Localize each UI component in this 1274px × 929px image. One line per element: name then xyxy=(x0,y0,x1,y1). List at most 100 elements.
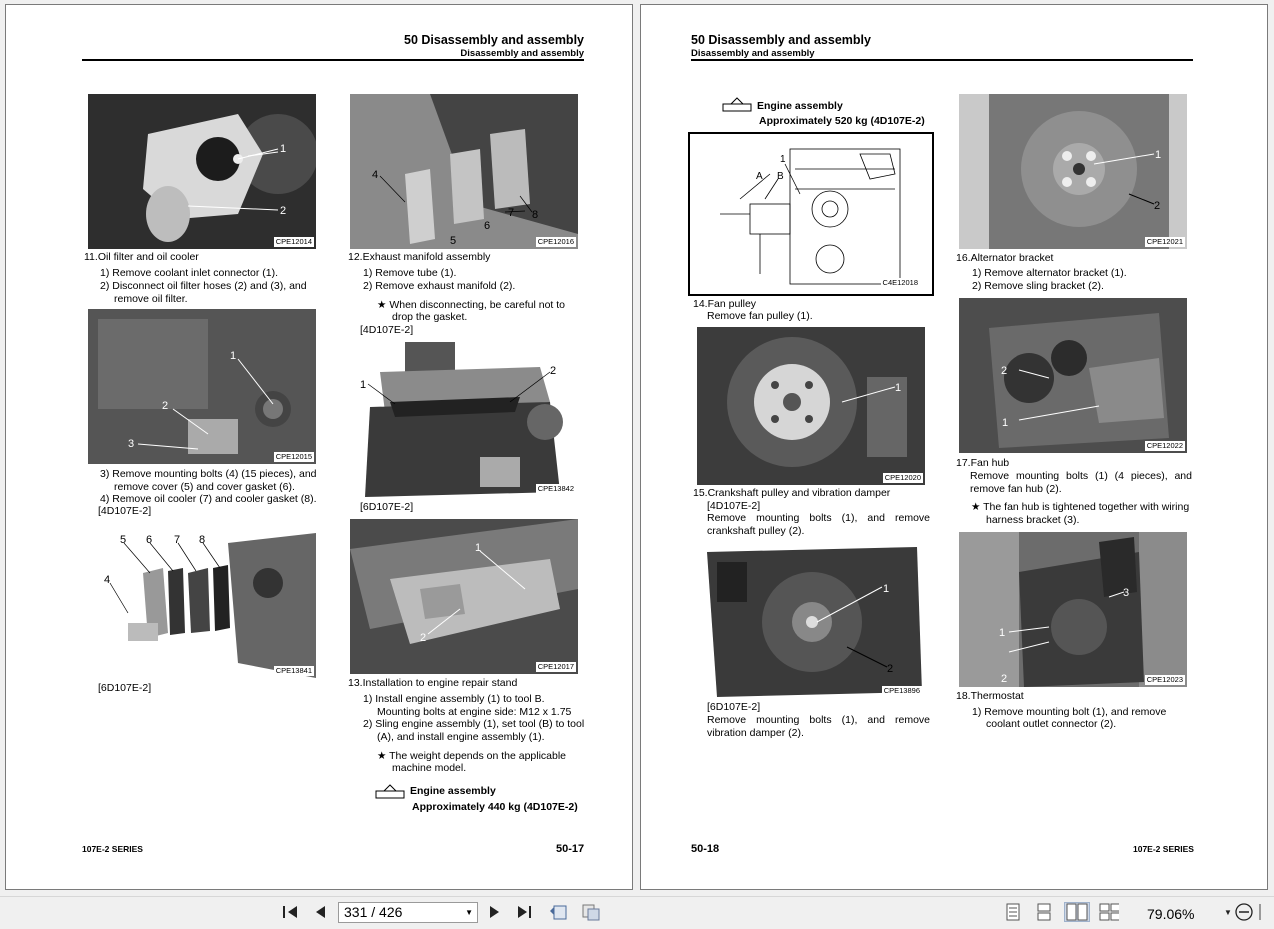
viewer-toolbar: 331 / 426 ▼ 79.06% ▼ xyxy=(0,896,1274,929)
image-code: CPE13842 xyxy=(535,484,576,494)
callout-7: 7 xyxy=(174,534,180,546)
step-13-2a: 2) Sling engine assembly (1), set tool (… xyxy=(363,718,585,730)
section-12-title: 12.Exhaust manifold assembly xyxy=(348,251,491,263)
callout-2: 2 xyxy=(1154,200,1160,212)
prev-page-icon[interactable] xyxy=(310,902,330,922)
section-13-title: 13.Installation to engine repair stand xyxy=(348,677,518,689)
page-header: 50 Disassembly and assembly Disassembly … xyxy=(691,33,1193,61)
section-15-title: 15.Crankshaft pulley and vibration dampe… xyxy=(693,487,891,499)
callout-2: 2 xyxy=(420,632,426,644)
chevron-down-icon[interactable]: ▼ xyxy=(465,903,473,922)
callout-5: 5 xyxy=(120,534,126,546)
two-page-icon[interactable] xyxy=(1064,902,1090,922)
page-50-18: 50 Disassembly and assembly Disassembly … xyxy=(640,4,1268,890)
image-code: CPE12015 xyxy=(273,452,314,462)
photo-fan-pulley: 1 CPE12020 xyxy=(697,327,925,485)
step-12-1: 1) Remove tube (1). xyxy=(363,267,457,279)
step-11-3a: 3) Remove mounting bolts (4) (15 pieces)… xyxy=(100,468,317,480)
photo-oil-cooler: 1 2 3 CPE12015 xyxy=(88,309,316,464)
note-17-b: harness bracket (3). xyxy=(986,514,1080,526)
step-11-2b: remove oil filter. xyxy=(114,293,188,305)
page-number-input[interactable]: 331 / 426 ▼ xyxy=(338,902,478,923)
render-crankshaft-damper: 1 2 CPE13896 xyxy=(697,542,925,700)
callout-B: B xyxy=(777,171,784,182)
callout-1: 1 xyxy=(230,350,236,362)
model-tag: [6D107E-2] xyxy=(360,501,414,513)
image-code: CPE13896 xyxy=(881,686,922,696)
callout-2: 2 xyxy=(1001,673,1007,685)
callout-1: 1 xyxy=(999,627,1005,639)
photo-exhaust-manifold: 1 2 CPE12017 xyxy=(350,519,578,674)
image-code: CPE12022 xyxy=(1144,441,1185,451)
render-engine-4d: 1 2 CPE13842 xyxy=(350,342,578,500)
step-16-2: 2) Remove sling bracket (2). xyxy=(972,280,1104,292)
image-code: CPE12021 xyxy=(1144,237,1185,247)
note-17-a: ★ The fan hub is tightened together with… xyxy=(971,501,1190,513)
weight-label: Engine assembly xyxy=(757,100,843,112)
callout-2: 2 xyxy=(1001,365,1007,377)
callout-4: 4 xyxy=(372,169,378,181)
callout-3: 3 xyxy=(128,438,134,450)
callout-7: 7 xyxy=(508,207,514,219)
header-subtitle: Disassembly and assembly xyxy=(460,48,584,59)
step-18-1b: coolant outlet connector (2). xyxy=(986,718,1117,730)
photo-fan-hub-art: 2 1 xyxy=(959,298,1187,453)
step-15-4d: Remove mounting bolts (1), and remove cr… xyxy=(707,512,930,537)
model-tag: [6D107E-2] xyxy=(98,682,152,694)
photo-thermostat-art: 3 1 2 xyxy=(959,532,1187,687)
model-tag: [4D107E-2] xyxy=(98,505,152,517)
header-title: 50 Disassembly and assembly xyxy=(691,33,871,47)
rotate-icon[interactable] xyxy=(548,902,568,922)
step-14: Remove fan pulley (1). xyxy=(707,310,813,322)
photo-exhaust-art: 1 2 xyxy=(350,519,578,674)
document-viewport[interactable]: 50 Disassembly and assembly Disassembly … xyxy=(0,0,1274,896)
weight-value: Approximately 440 kg (4D107E-2) xyxy=(412,801,578,813)
callout-3: 3 xyxy=(1123,587,1129,599)
callout-6: 6 xyxy=(146,534,152,546)
page-header: 50 Disassembly and assembly Disassembly … xyxy=(82,33,584,61)
last-page-icon[interactable] xyxy=(515,902,535,922)
page-number: 50-18 xyxy=(691,843,720,855)
image-code: CPE12016 xyxy=(535,237,576,247)
diagram-oil-cooler-exploded: 5 6 7 8 4 CPE13841 xyxy=(88,523,316,678)
photo-oil-filter: 1 2 CPE12014 xyxy=(88,94,316,249)
diagram-engine-on-stand: 1 A B C4E12018 xyxy=(688,132,934,296)
single-page-icon[interactable] xyxy=(1003,902,1023,922)
callout-8: 8 xyxy=(532,209,538,221)
callout-2: 2 xyxy=(280,205,286,217)
two-page-continuous-icon[interactable] xyxy=(1099,902,1119,922)
callout-1: 1 xyxy=(280,143,286,155)
photo-fan-pulley-art: 1 xyxy=(697,327,925,485)
diagram-exhaust-art: 4 7 8 6 5 xyxy=(350,94,578,249)
step-13-2b: (A), and install engine assembly (1). xyxy=(377,731,545,743)
callout-8: 8 xyxy=(199,534,205,546)
callout-A: A xyxy=(756,171,763,182)
image-code: CPE12014 xyxy=(273,237,314,247)
diagram-oil-cooler-art: 5 6 7 8 4 xyxy=(88,523,316,678)
weight-value: Approximately 520 kg (4D107E-2) xyxy=(759,115,925,127)
callout-1: 1 xyxy=(475,542,481,554)
callout-1: 1 xyxy=(360,379,366,391)
next-page-icon[interactable] xyxy=(485,902,505,922)
zoom-separator xyxy=(1258,902,1268,922)
compare-icon[interactable] xyxy=(581,902,601,922)
image-code: CPE12017 xyxy=(535,662,576,672)
step-13-1a: 1) Install engine assembly (1) to tool B… xyxy=(363,693,545,705)
image-code: CPE12023 xyxy=(1144,675,1185,685)
series-footer: 107E-2 SERIES xyxy=(1133,844,1194,854)
weight-label: Engine assembly xyxy=(410,785,496,797)
zoom-out-icon[interactable] xyxy=(1234,902,1254,922)
callout-5: 5 xyxy=(450,235,456,247)
page-50-17: 50 Disassembly and assembly Disassembly … xyxy=(5,4,633,890)
weight-icon xyxy=(722,97,752,112)
diagram-exhaust-manifold: 4 7 8 6 5 CPE12016 xyxy=(350,94,578,249)
image-code: C4E12018 xyxy=(880,278,920,288)
render-crankshaft-art: 1 2 xyxy=(697,542,925,700)
first-page-icon[interactable] xyxy=(280,902,300,922)
continuous-icon[interactable] xyxy=(1034,902,1054,922)
diagram-engine-stand-art: 1 A B xyxy=(690,134,932,294)
zoom-level[interactable]: 79.06% xyxy=(1147,906,1194,922)
photo-alternator-bracket: 1 2 CPE12021 xyxy=(959,94,1187,249)
photo-oil-cooler-art: 1 2 3 xyxy=(88,309,316,464)
callout-1: 1 xyxy=(883,583,889,595)
